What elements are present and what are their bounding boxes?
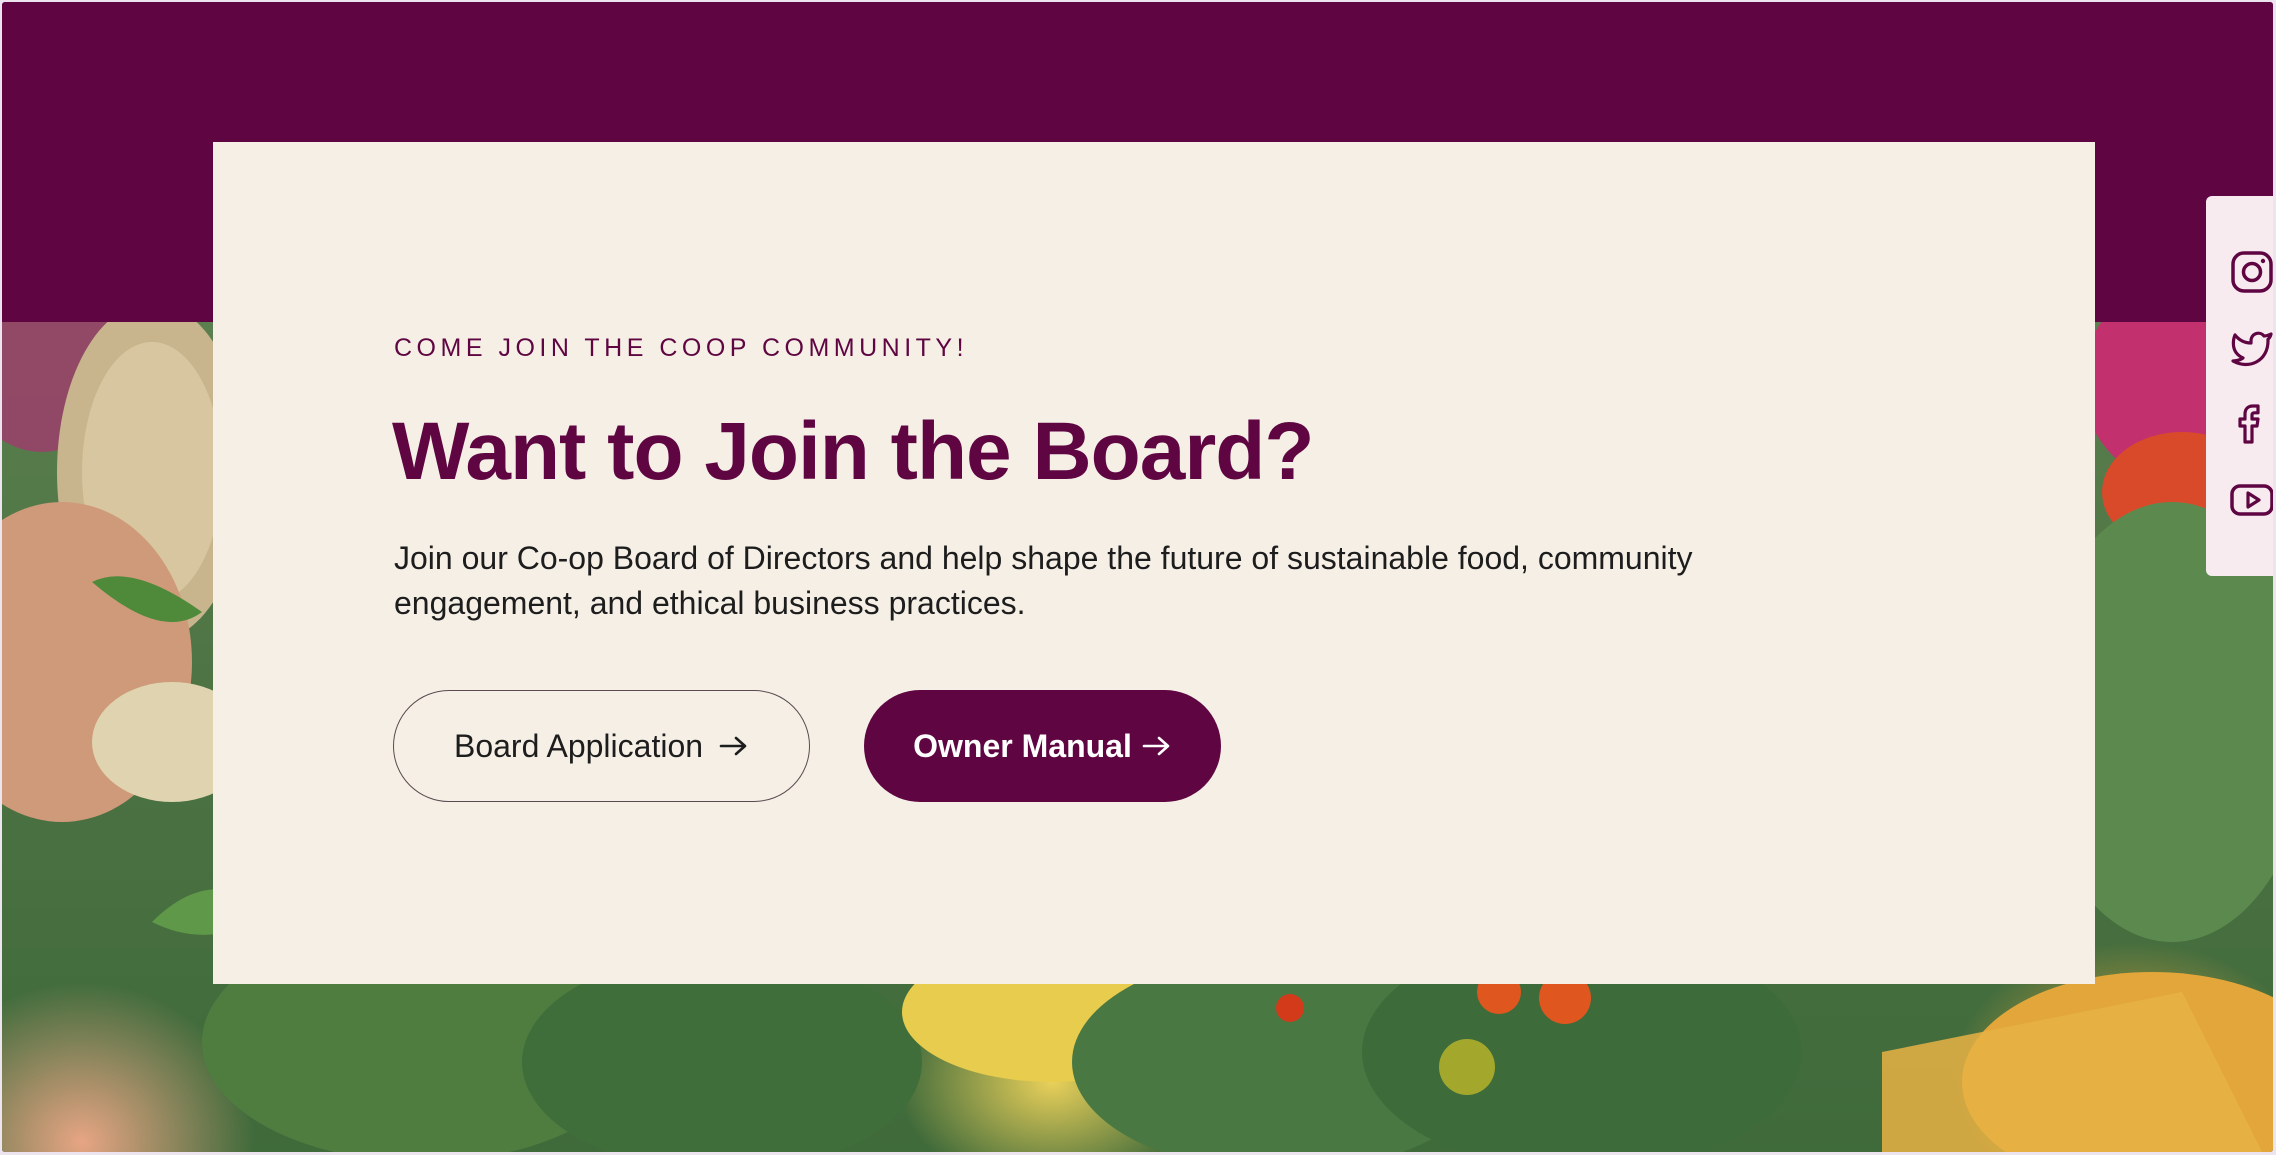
section-eyebrow: COME JOIN THE COOP COMMUNITY! xyxy=(394,334,969,362)
owner-manual-button[interactable]: Owner Manual xyxy=(864,690,1221,802)
page-frame: COME JOIN THE COOP COMMUNITY! Want to Jo… xyxy=(2,2,2273,1152)
join-board-card: COME JOIN THE COOP COMMUNITY! Want to Jo… xyxy=(213,142,2095,984)
board-application-label: Board Application xyxy=(453,727,704,764)
board-application-button[interactable]: Board Application xyxy=(393,690,810,802)
arrow-right-icon xyxy=(719,735,749,757)
owner-manual-label: Owner Manual xyxy=(913,727,1132,764)
section-title: Want to Join the Board? xyxy=(392,406,1314,497)
twitter-icon[interactable] xyxy=(2230,326,2273,370)
social-links-bar xyxy=(2206,196,2273,576)
youtube-icon[interactable] xyxy=(2230,478,2273,522)
instagram-icon[interactable] xyxy=(2230,250,2273,294)
facebook-icon[interactable] xyxy=(2230,402,2273,446)
arrow-right-icon xyxy=(1142,735,1172,757)
section-description: Join our Co-op Board of Directors and he… xyxy=(394,540,1693,621)
